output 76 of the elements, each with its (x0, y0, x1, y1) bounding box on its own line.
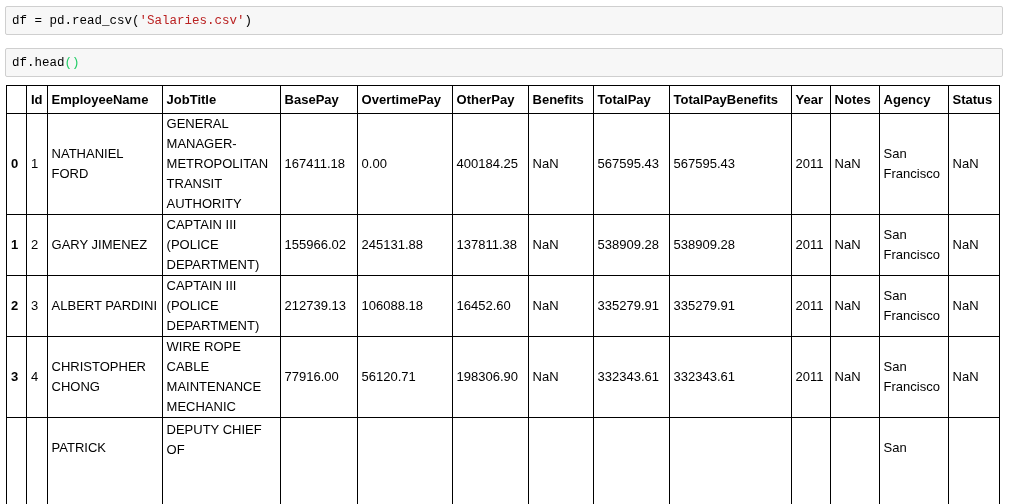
table-cell: NaN (532, 156, 559, 171)
column-header: Status (952, 91, 993, 107)
table-cell: 56120.71 (361, 369, 416, 384)
table-cell: NaN (952, 298, 979, 313)
table-cell: WIRE ROPE CABLE MAINTENANCE MECHANIC (166, 339, 262, 414)
table-cell: NaN (834, 298, 861, 313)
column-header: JobTitle (166, 91, 217, 107)
table-cell: 3 (31, 298, 39, 313)
column-header: Agency (883, 91, 931, 107)
code-cell[interactable]: df = pd.read_csv('Salaries.csv') (5, 6, 1003, 35)
table-cell: 16452.60 (456, 298, 511, 313)
table-cell: 2011 (795, 237, 824, 252)
table-cell: NaN (952, 369, 979, 384)
table-cell: CHRISTOPHER CHONG (51, 359, 146, 394)
row-index: 2 (11, 298, 19, 313)
table-cell: ALBERT PARDINI (51, 298, 158, 313)
table-cell: 4 (31, 369, 39, 384)
table-cell: CAPTAIN III (POLICE DEPARTMENT) (166, 278, 260, 333)
table-cell: CAPTAIN III (POLICE DEPARTMENT) (166, 217, 260, 272)
column-header: TotalPay (597, 91, 651, 107)
table-cell: GENERAL MANAGER-METROPOLITAN TRANSIT AUTHORITY (166, 116, 269, 211)
column-header: Notes (834, 91, 871, 107)
table-cell: 538909.28 (597, 237, 659, 252)
table-cell: 212739.13 (284, 298, 346, 313)
table-cell: 1 (31, 156, 39, 171)
table-cell: NaN (532, 369, 559, 384)
code-cell[interactable]: df.head() (5, 48, 1003, 77)
code-text: df.head() (12, 55, 80, 70)
table-cell: 167411.18 (284, 156, 346, 171)
table-cell: 2011 (795, 298, 824, 313)
table-cell: NaN (834, 237, 861, 252)
column-header: OvertimePay (361, 91, 442, 107)
table-cell: San Francisco (883, 227, 940, 262)
table-cell: NaN (834, 156, 861, 171)
column-header: OtherPay (456, 91, 515, 107)
table-cell: San Francisco (883, 146, 940, 181)
row-index: 0 (11, 156, 19, 171)
table-cell: 335279.91 (673, 298, 735, 313)
table-cell: 155966.02 (284, 237, 346, 252)
table-cell: 2011 (795, 156, 824, 171)
column-header: Year (795, 91, 824, 107)
table-cell: 567595.43 (597, 156, 659, 171)
code-text: df = pd.read_csv('Salaries.csv') (12, 13, 253, 28)
table-cell-text: San (883, 439, 908, 457)
column-header: Id (31, 91, 43, 107)
column-header: TotalPayBenefits (673, 91, 779, 107)
table-cell: San Francisco (883, 359, 940, 394)
table-cell: 538909.28 (673, 237, 735, 252)
table-cell: 106088.18 (361, 298, 423, 313)
table-cell: 0.00 (361, 156, 387, 171)
table-cell: 332343.61 (597, 369, 659, 384)
table-cell: NATHANIEL FORD (51, 146, 124, 181)
table-cell: 198306.90 (456, 369, 518, 384)
table-cell: 77916.00 (284, 369, 339, 384)
table-cell: 2011 (795, 369, 824, 384)
table-cell: NaN (952, 237, 979, 252)
table-cell: GARY JIMENEZ (51, 237, 148, 252)
column-header: Benefits (532, 91, 584, 107)
table-cell: 137811.38 (456, 237, 518, 252)
column-header: EmployeeName (51, 91, 149, 107)
table-cell: 335279.91 (597, 298, 659, 313)
table-cell: NaN (952, 156, 979, 171)
table-cell: 2 (31, 237, 39, 252)
table-cell: 400184.25 (456, 156, 518, 171)
table-cell: NaN (532, 298, 559, 313)
table-cell: 245131.88 (361, 237, 423, 252)
table-cell: NaN (834, 369, 861, 384)
table-cell: 332343.61 (673, 369, 735, 384)
table-cell-text: PATRICK (51, 439, 107, 457)
table-cell: 567595.43 (673, 156, 735, 171)
column-header: BasePay (284, 91, 339, 107)
row-index: 1 (11, 237, 19, 252)
row-index: 3 (11, 369, 19, 384)
table-cell: NaN (532, 237, 559, 252)
table-cell-text: DEPUTY CHIEF OF (166, 421, 263, 459)
table-cell: San Francisco (883, 288, 940, 323)
